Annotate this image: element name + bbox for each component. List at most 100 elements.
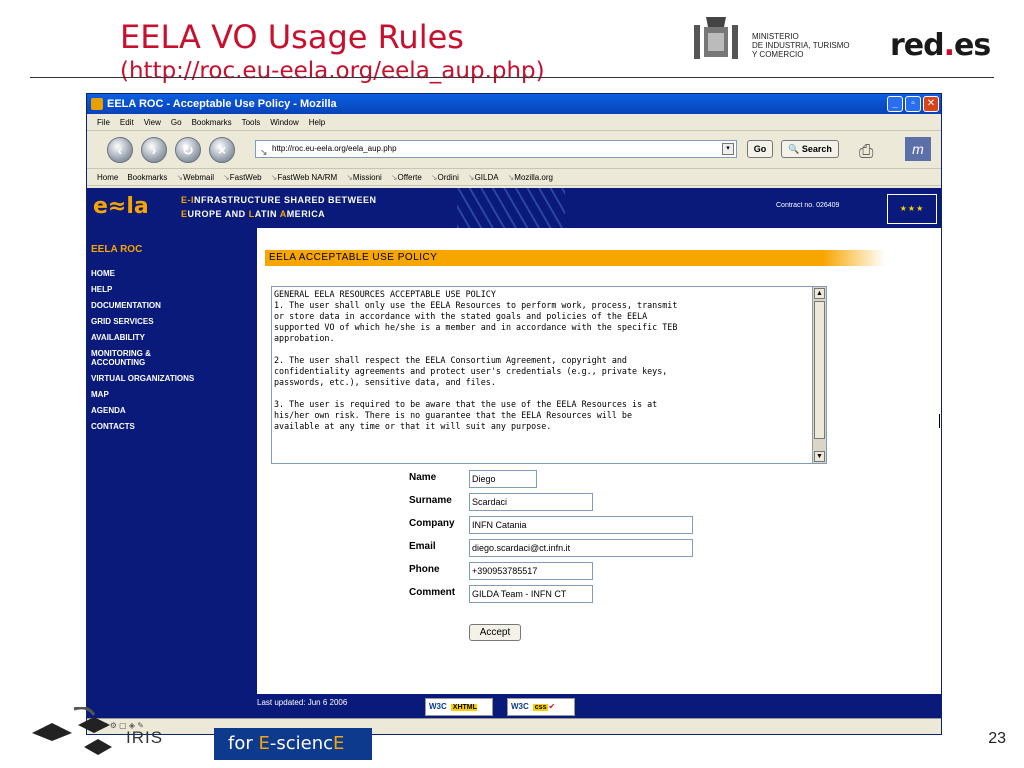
search-button[interactable]: 🔍 Search bbox=[781, 140, 839, 158]
sidebar-item-contacts[interactable]: CONTACTS bbox=[91, 422, 201, 431]
browser-window: EELA ROC - Acceptable Use Policy - Mozil… bbox=[86, 93, 942, 735]
sidebar-item-virtual-organizations[interactable]: VIRTUAL ORGANIZATIONS bbox=[91, 374, 201, 383]
phone-field[interactable]: +390953785517 bbox=[469, 562, 593, 580]
company-field[interactable]: INFN Catania bbox=[469, 516, 693, 534]
w3c-css-badge[interactable]: W3C css ✔ bbox=[507, 698, 575, 716]
close-button[interactable]: ✕ bbox=[923, 96, 939, 112]
banner-line1-a: E-I bbox=[181, 195, 195, 205]
scroll-up-icon[interactable]: ▲ bbox=[814, 288, 825, 299]
name-field[interactable]: Diego bbox=[469, 470, 537, 488]
menu-view[interactable]: View bbox=[144, 114, 161, 130]
escience-e2: E bbox=[333, 733, 345, 754]
menu-go[interactable]: Go bbox=[171, 114, 182, 130]
email-label: Email bbox=[409, 541, 436, 552]
print-icon[interactable]: ⎙ bbox=[859, 141, 873, 162]
slide-title: EELA VO Usage Rules bbox=[120, 18, 464, 56]
scroll-thumb[interactable] bbox=[814, 301, 825, 439]
banner-title: E-INFRASTRUCTURE SHARED BETWEEN EUROPE A… bbox=[181, 193, 377, 221]
escience-logo: for E-sciencE bbox=[214, 728, 372, 760]
banner-line1-b: NFRASTRUCTURE SHARED BETWEEN bbox=[194, 195, 377, 205]
surname-field[interactable]: Scardaci bbox=[469, 493, 593, 511]
address-url: http://roc.eu-eela.org/eela_aup.php bbox=[272, 144, 397, 153]
menu-file[interactable]: File bbox=[97, 114, 110, 130]
menu-tools[interactable]: Tools bbox=[242, 114, 261, 130]
slide-url: (http://roc.eu-eela.org/eela_aup.php) bbox=[120, 58, 545, 84]
contract-number: Contract no. 026409 bbox=[776, 202, 840, 209]
banner-line2-b: UROPE AND bbox=[187, 209, 249, 219]
back-button[interactable]: ‹ bbox=[107, 136, 133, 163]
text-cursor bbox=[939, 414, 940, 428]
w3c-xhtml-badge[interactable]: W3CXHTML 1.0✔ bbox=[425, 698, 493, 728]
bookmark-offerte[interactable]: Offerte bbox=[391, 169, 422, 185]
menu-window[interactable]: Window bbox=[270, 114, 298, 130]
eu-flag-icon: ★★★ bbox=[887, 194, 937, 224]
sidebar-item-home[interactable]: HOME bbox=[91, 269, 201, 278]
ministry-line-1: MINISTERIO bbox=[752, 32, 799, 41]
bookmark-mozilla-org[interactable]: Mozilla.org bbox=[508, 169, 553, 185]
phone-label: Phone bbox=[409, 564, 440, 575]
slide: EELA VO Usage Rules (http://roc.eu-eela.… bbox=[0, 0, 1024, 768]
page-content: e≈la E-INFRASTRUCTURE SHARED BETWEEN EUR… bbox=[87, 188, 941, 728]
sidebar-menu: HOME HELP DOCUMENTATION GRID SERVICES AV… bbox=[91, 269, 201, 438]
minimize-button[interactable]: _ bbox=[887, 96, 903, 112]
bookmarks-toolbar: Home Bookmarks Webmail FastWeb FastWeb N… bbox=[87, 169, 941, 186]
menu-edit[interactable]: Edit bbox=[120, 114, 134, 130]
slide-divider bbox=[30, 77, 994, 78]
bookmark-missioni[interactable]: Missioni bbox=[346, 169, 382, 185]
menu-bookmarks[interactable]: Bookmarks bbox=[192, 114, 232, 130]
accept-button[interactable]: Accept bbox=[469, 624, 521, 641]
window-titlebar[interactable]: EELA ROC - Acceptable Use Policy - Mozil… bbox=[87, 94, 941, 114]
escience-prefix: for bbox=[228, 733, 259, 754]
window-title: EELA ROC - Acceptable Use Policy - Mozil… bbox=[107, 98, 337, 110]
go-button[interactable]: Go bbox=[747, 140, 773, 158]
eela-logo-icon: e≈la bbox=[93, 194, 149, 219]
stop-button[interactable]: × bbox=[209, 136, 235, 163]
policy-textarea[interactable]: GENERAL EELA RESOURCES ACCEPTABLE USE PO… bbox=[271, 286, 827, 464]
sidebar-item-grid-services[interactable]: GRID SERVICES bbox=[91, 317, 201, 326]
forward-button[interactable]: › bbox=[141, 136, 167, 163]
bookmark-webmail[interactable]: Webmail bbox=[176, 169, 214, 185]
slide-number: 23 bbox=[988, 730, 1006, 747]
search-label: Search bbox=[801, 144, 832, 154]
page-icon: ↘ bbox=[260, 147, 268, 157]
site-banner: e≈la E-INFRASTRUCTURE SHARED BETWEEN EUR… bbox=[87, 188, 941, 228]
banner-line2-f: MERICA bbox=[286, 209, 326, 219]
reload-button[interactable]: ↻ bbox=[175, 136, 201, 163]
bookmark-gilda[interactable]: GILDA bbox=[468, 169, 499, 185]
address-bar[interactable]: ↘ http://roc.eu-eela.org/eela_aup.php ▾ bbox=[255, 140, 737, 158]
email-field[interactable]: diego.scardaci@ct.infn.it bbox=[469, 539, 693, 557]
sidebar-item-availability[interactable]: AVAILABILITY bbox=[91, 333, 201, 342]
css-badge-label: css bbox=[532, 704, 549, 711]
bookmark-bookmarks[interactable]: Bookmarks bbox=[127, 169, 167, 185]
sidebar-item-monitoring-accounting[interactable]: MONITORING & ACCOUNTING bbox=[91, 349, 201, 367]
reds-logo: red.es bbox=[890, 28, 991, 63]
address-dropdown-icon[interactable]: ▾ bbox=[722, 143, 734, 155]
surname-label: Surname bbox=[409, 495, 452, 506]
sidebar-title: EELA ROC bbox=[91, 244, 143, 255]
banner-line2-d: ATIN bbox=[254, 209, 280, 219]
mozilla-logo-icon: m bbox=[905, 137, 931, 161]
bookmark-fastweb-na-rm[interactable]: FastWeb NA/RM bbox=[271, 169, 337, 185]
sidebar-item-agenda[interactable]: AGENDA bbox=[91, 406, 201, 415]
navigation-toolbar: ‹ › ↻ × ↘ http://roc.eu-eela.org/eela_au… bbox=[87, 131, 941, 169]
bookmark-fastweb[interactable]: FastWeb bbox=[223, 169, 262, 185]
last-updated: Last updated: Jun 6 2006 bbox=[257, 698, 348, 707]
policy-text: GENERAL EELA RESOURCES ACCEPTABLE USE PO… bbox=[274, 289, 678, 431]
site-footer: Last updated: Jun 6 2006 W3CXHTML 1.0✔ W… bbox=[87, 694, 941, 728]
menu-help[interactable]: Help bbox=[309, 114, 325, 130]
scroll-down-icon[interactable]: ▼ bbox=[814, 451, 825, 462]
bookmark-home[interactable]: Home bbox=[97, 169, 118, 185]
company-label: Company bbox=[409, 518, 455, 529]
site-sidebar: EELA ROC HOME HELP DOCUMENTATION GRID SE… bbox=[87, 228, 257, 718]
comment-field[interactable]: GILDA Team - INFN CT bbox=[469, 585, 593, 603]
sidebar-item-documentation[interactable]: DOCUMENTATION bbox=[91, 301, 201, 310]
banner-line2-e: A bbox=[279, 209, 287, 219]
policy-scrollbar[interactable]: ▲ ▼ bbox=[812, 287, 826, 463]
iris-logo-text: IRIS bbox=[126, 728, 164, 747]
iris-logo-icon bbox=[32, 707, 112, 755]
sidebar-item-map[interactable]: MAP bbox=[91, 390, 201, 399]
comment-label: Comment bbox=[409, 587, 456, 598]
sidebar-item-help[interactable]: HELP bbox=[91, 285, 201, 294]
bookmark-ordini[interactable]: Ordini bbox=[431, 169, 459, 185]
maximize-button[interactable]: ▫ bbox=[905, 96, 921, 112]
